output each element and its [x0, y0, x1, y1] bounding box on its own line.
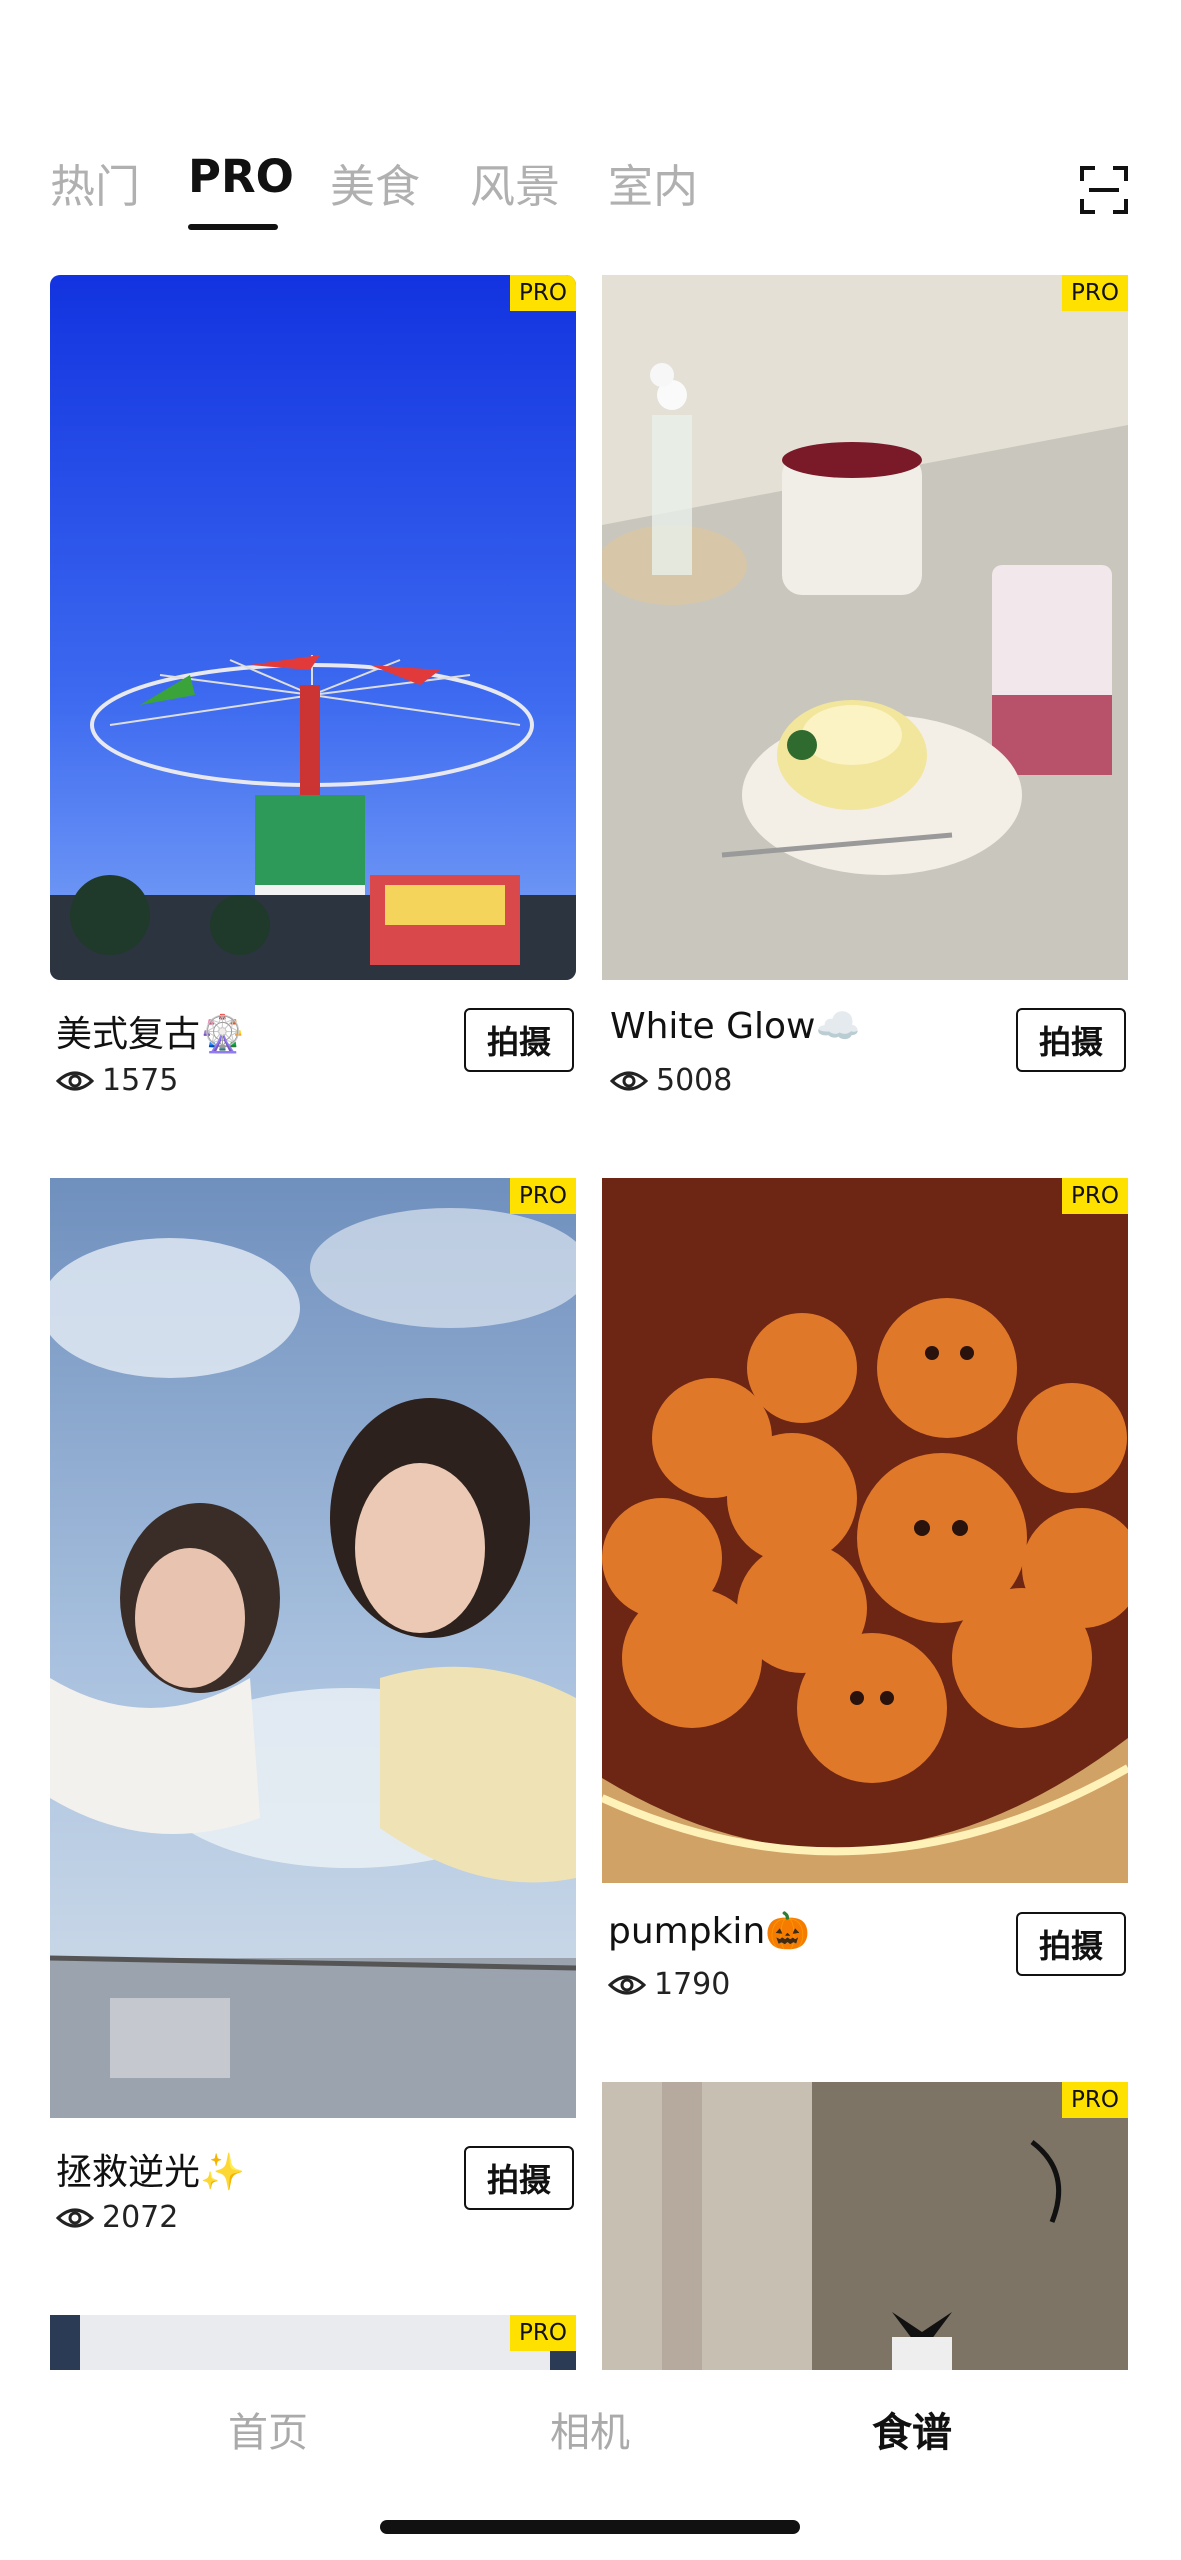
pro-badge: PRO	[510, 275, 576, 311]
view-count-value: 1575	[102, 1063, 179, 1098]
view-count-value: 1790	[654, 1967, 731, 2002]
preset-image-partial[interactable]: PRO	[602, 2082, 1128, 2382]
view-count: 1575	[56, 1063, 178, 1098]
eye-icon	[56, 1071, 94, 1090]
eye-icon	[56, 2208, 94, 2227]
tab-food[interactable]: 美食	[330, 150, 420, 215]
view-count: 5008	[610, 1063, 732, 1098]
eye-icon	[610, 1071, 648, 1090]
pro-badge: PRO	[510, 2315, 576, 2351]
tab-indoor[interactable]: 室内	[608, 150, 698, 215]
view-count: 1790	[608, 1967, 730, 2002]
tab-scenery[interactable]: 风景	[470, 150, 560, 215]
nav-home[interactable]: 首页	[168, 2400, 368, 2458]
preset-title: 拯救逆光✨	[56, 2152, 245, 2193]
view-count: 2072	[56, 2200, 178, 2235]
pro-badge: PRO	[1062, 275, 1128, 311]
pro-badge: PRO	[1062, 1178, 1128, 1214]
preset-image-backlight-rescue[interactable]: PRO	[50, 1178, 576, 2118]
preset-title: 美式复古🎡	[56, 1014, 245, 1055]
shoot-button[interactable]: 拍摄	[464, 2146, 574, 2210]
view-count-value: 5008	[656, 1063, 733, 1098]
tab-pro[interactable]: PRO	[188, 150, 294, 203]
tab-hot[interactable]: 热门	[50, 150, 140, 215]
preset-title: White Glow☁️	[610, 1006, 861, 1047]
view-count-value: 2072	[102, 2200, 179, 2235]
preset-image-american-retro[interactable]: PRO	[50, 275, 576, 980]
shoot-button[interactable]: 拍摄	[464, 1008, 574, 1072]
pro-badge: PRO	[510, 1178, 576, 1214]
nav-recipes[interactable]: 食谱	[812, 2400, 1012, 2458]
eye-icon	[608, 1975, 646, 1994]
home-indicator	[380, 2520, 800, 2534]
shoot-button[interactable]: 拍摄	[1016, 1912, 1126, 1976]
scan-icon[interactable]	[1079, 165, 1129, 215]
shoot-button[interactable]: 拍摄	[1016, 1008, 1126, 1072]
preset-title: pumpkin🎃	[608, 1911, 811, 1952]
preset-image-white-glow[interactable]: PRO	[602, 275, 1128, 980]
active-tab-underline	[188, 224, 278, 230]
nav-camera[interactable]: 相机	[490, 2400, 690, 2458]
preset-image-pumpkin[interactable]: PRO	[602, 1178, 1128, 1883]
pro-badge: PRO	[1062, 2082, 1128, 2118]
